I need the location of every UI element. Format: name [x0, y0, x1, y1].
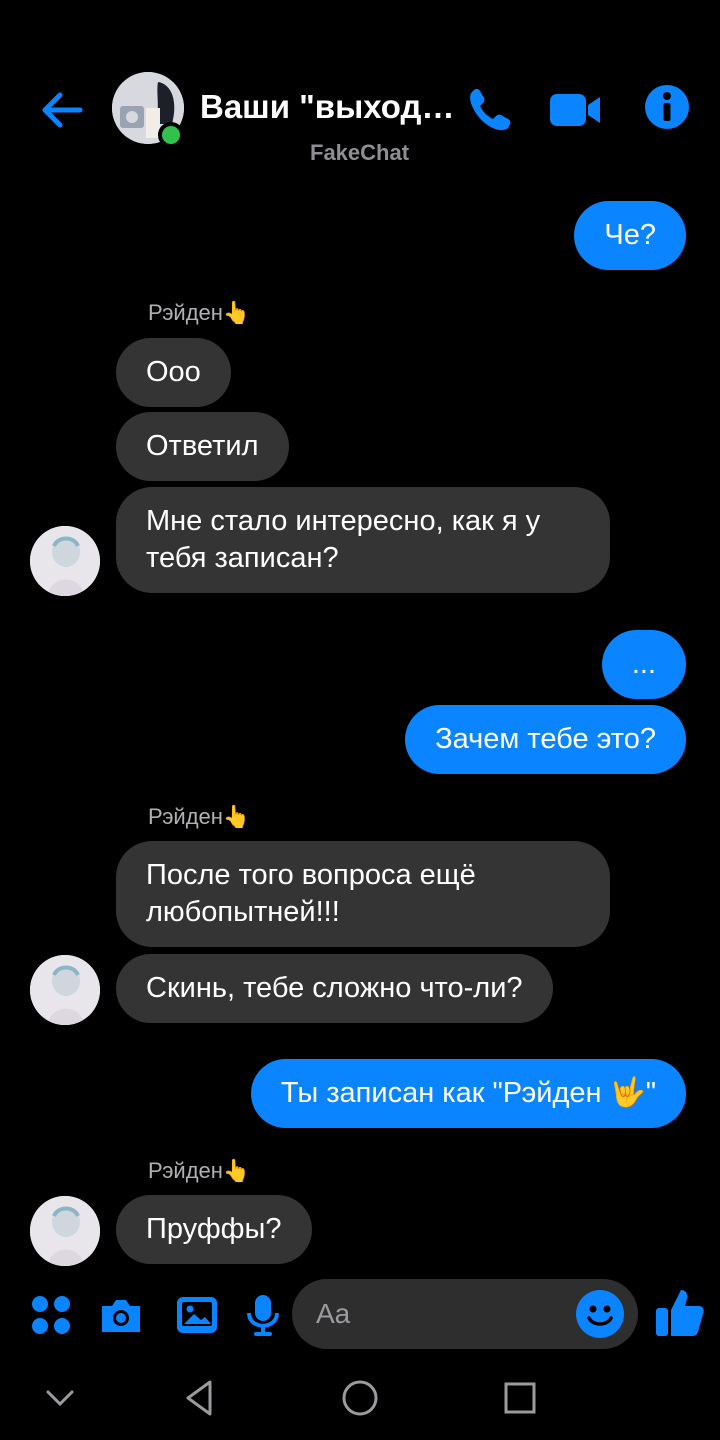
- gallery-icon[interactable]: [174, 1292, 220, 1338]
- incoming-message[interactable]: Ooo: [116, 338, 231, 407]
- outgoing-message[interactable]: Ты записан как "Рэйден 🤟": [250, 1059, 686, 1128]
- phone-icon[interactable]: [464, 84, 516, 136]
- microphone-icon[interactable]: [240, 1292, 286, 1338]
- sender-name: Рэйден👆: [148, 804, 251, 829]
- sender-name: Рэйден👆: [148, 300, 251, 325]
- video-camera-icon[interactable]: [548, 84, 600, 136]
- sender-name: Рэйден👆: [148, 1158, 251, 1183]
- back-arrow-icon[interactable]: [38, 86, 86, 134]
- incoming-message[interactable]: Скинь, тебе сложно что-ли?: [116, 954, 553, 1023]
- home-circle-icon[interactable]: [338, 1376, 382, 1420]
- thumbs-up-icon[interactable]: [654, 1286, 706, 1338]
- chat-title[interactable]: Ваши "выходн...: [200, 88, 460, 126]
- chevron-down-icon[interactable]: [38, 1376, 82, 1420]
- online-status-dot: [158, 122, 184, 148]
- incoming-message[interactable]: Ответил: [116, 412, 289, 481]
- message-input-placeholder[interactable]: Aa: [316, 1298, 350, 1330]
- recents-square-icon[interactable]: [498, 1376, 542, 1420]
- info-icon[interactable]: [644, 84, 696, 136]
- sender-avatar[interactable]: [30, 955, 100, 1025]
- incoming-message[interactable]: Мне стало интересно, как я у тебя записа…: [116, 487, 610, 593]
- outgoing-message[interactable]: ...: [601, 630, 686, 699]
- incoming-message[interactable]: После того вопроса ещё любопытней!!!: [116, 841, 610, 947]
- outgoing-message[interactable]: Че?: [574, 201, 686, 270]
- outgoing-message[interactable]: Зачем тебе это?: [405, 705, 686, 774]
- camera-icon[interactable]: [98, 1292, 144, 1338]
- emoji-icon[interactable]: [576, 1290, 624, 1338]
- chat-subtitle: FakeChat: [310, 140, 410, 165]
- sender-avatar[interactable]: [30, 1196, 100, 1266]
- sender-avatar[interactable]: [30, 526, 100, 596]
- incoming-message[interactable]: Пруффы?: [116, 1195, 312, 1264]
- menu-dots-icon[interactable]: [28, 1292, 74, 1338]
- back-triangle-icon[interactable]: [178, 1376, 222, 1420]
